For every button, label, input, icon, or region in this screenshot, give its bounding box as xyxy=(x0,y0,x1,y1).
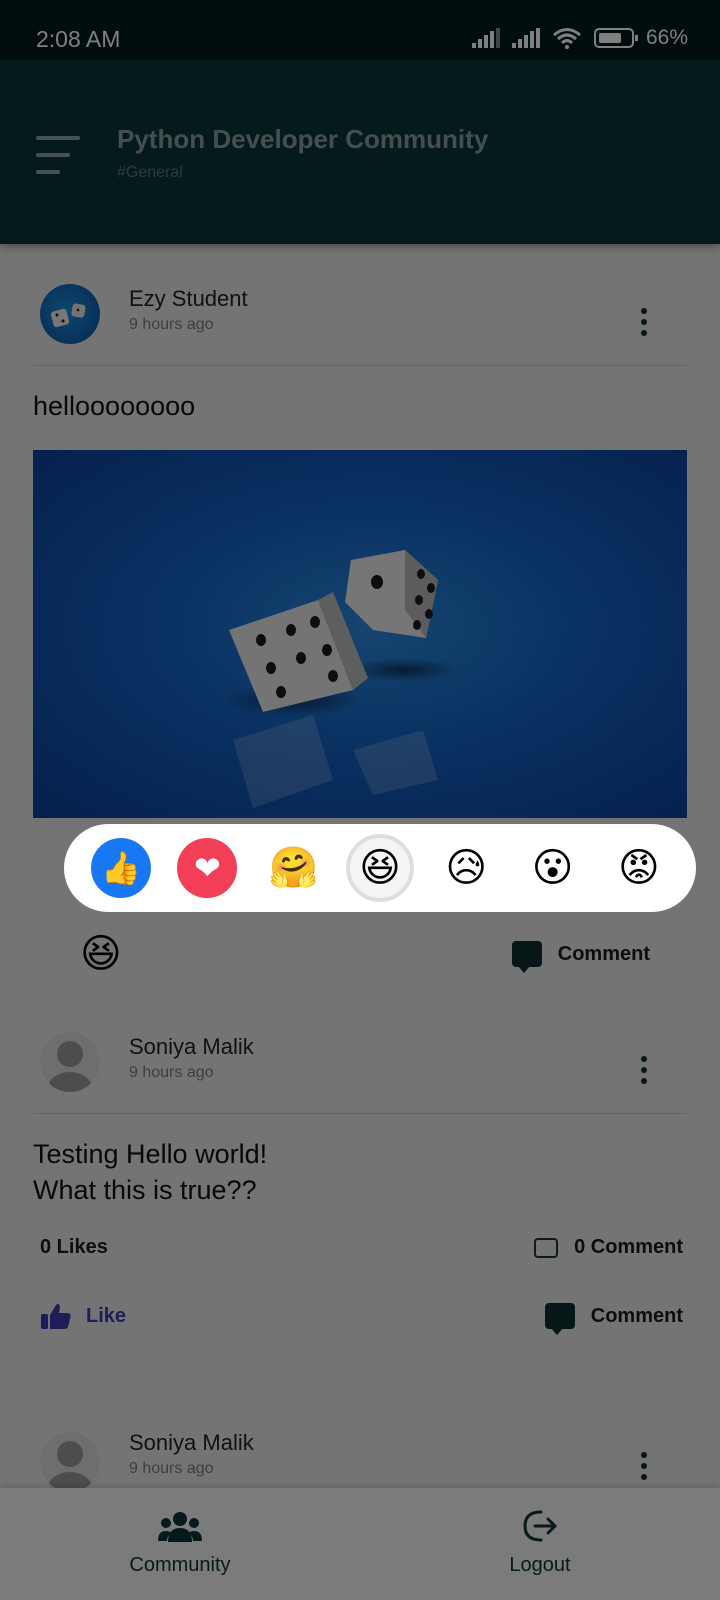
reaction-picker: 👍 ❤ 🤗 😆 😥 😮 😡 xyxy=(64,824,696,912)
care-reaction-icon[interactable]: 🤗 xyxy=(264,838,324,898)
love-reaction-icon[interactable]: ❤ xyxy=(177,838,238,898)
like-reaction-icon[interactable]: 👍 xyxy=(91,838,152,898)
haha-reaction-icon[interactable]: 😆 xyxy=(349,838,410,898)
modal-overlay[interactable] xyxy=(0,0,720,1600)
wow-reaction-icon[interactable]: 😮 xyxy=(523,838,583,898)
sad-reaction-icon[interactable]: 😥 xyxy=(436,838,496,898)
angry-reaction-icon[interactable]: 😡 xyxy=(609,838,669,898)
